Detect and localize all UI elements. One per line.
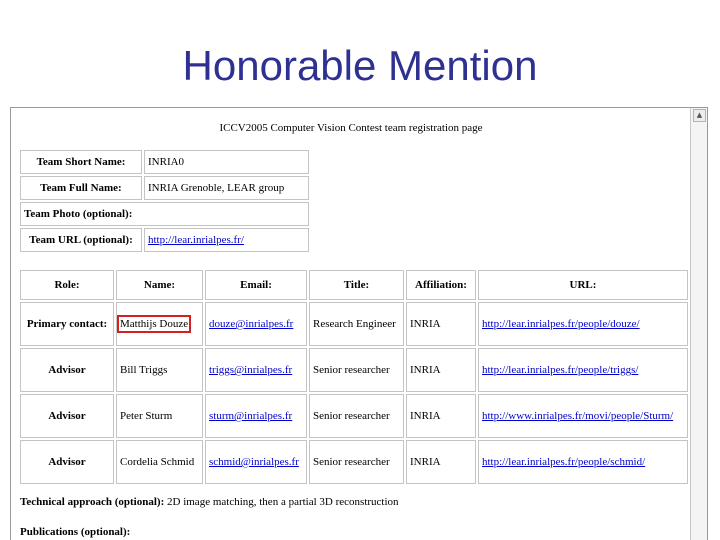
col-header-name: Name: [116, 270, 203, 300]
team-photo-label: Team Photo (optional): [20, 202, 309, 226]
member-name: Peter Sturm [116, 394, 203, 438]
team-url-row: Team URL (optional): http://lear.inrialp… [20, 228, 309, 252]
technical-approach: Technical approach (optional): 2D image … [20, 496, 399, 508]
table-row: Advisor Bill Triggs triggs@inrialpes.fr … [20, 348, 688, 392]
scroll-up-arrow-icon[interactable]: ▲ [693, 109, 706, 122]
members-header-row: Role: Name: Email: Title: Affiliation: U… [20, 270, 688, 300]
col-header-url: URL: [478, 270, 688, 300]
browser-frame: ▲ ICCV2005 Computer Vision Contest team … [10, 107, 708, 540]
table-row: Advisor Peter Sturm sturm@inrialpes.fr S… [20, 394, 688, 438]
member-affiliation: INRIA [406, 394, 476, 438]
team-short-name-value: INRIA0 [144, 150, 309, 174]
technical-approach-value: 2D image matching, then a partial 3D rec… [167, 496, 399, 508]
member-email-link[interactable]: triggs@inrialpes.fr [209, 364, 292, 376]
member-title: Research Engineer [309, 302, 404, 346]
member-affiliation: INRIA [406, 302, 476, 346]
page-heading: ICCV2005 Computer Vision Contest team re… [219, 122, 483, 134]
member-affiliation: INRIA [406, 348, 476, 392]
col-header-affiliation: Affiliation: [406, 270, 476, 300]
col-header-email: Email: [205, 270, 307, 300]
member-title: Senior researcher [309, 440, 404, 484]
technical-approach-label: Technical approach (optional): [20, 496, 165, 508]
team-url-label: Team URL (optional): [20, 228, 142, 252]
member-url-link[interactable]: http://www.inrialpes.fr/movi/people/Stur… [482, 410, 673, 422]
member-name-highlighted: Matthijs Douze [116, 315, 192, 333]
member-email-link[interactable]: sturm@inrialpes.fr [209, 410, 292, 422]
team-photo-row: Team Photo (optional): [20, 202, 309, 226]
table-row: Primary contact: Matthijs Douze douze@in… [20, 302, 688, 346]
slide-title: Honorable Mention [182, 42, 538, 89]
member-name: Cordelia Schmid [116, 440, 203, 484]
team-info-table: Team Short Name: INRIA0 Team Full Name: … [18, 148, 311, 254]
team-short-name-label: Team Short Name: [20, 150, 142, 174]
member-name: Bill Triggs [116, 348, 203, 392]
team-full-name-value: INRIA Grenoble, LEAR group [144, 176, 309, 200]
team-full-name-label: Team Full Name: [20, 176, 142, 200]
member-title: Senior researcher [309, 348, 404, 392]
member-url-link[interactable]: http://lear.inrialpes.fr/people/douze/ [482, 318, 640, 330]
member-role: Advisor [20, 440, 114, 484]
vertical-scrollbar[interactable]: ▲ [690, 108, 707, 540]
member-affiliation: INRIA [406, 440, 476, 484]
member-title: Senior researcher [309, 394, 404, 438]
team-short-name-row: Team Short Name: INRIA0 [20, 150, 309, 174]
publications-label: Publications (optional): [20, 526, 131, 538]
member-role: Advisor [20, 394, 114, 438]
member-email-link[interactable]: schmid@inrialpes.fr [209, 456, 299, 468]
col-header-role: Role: [20, 270, 114, 300]
member-role: Primary contact: [20, 302, 114, 346]
col-header-title: Title: [309, 270, 404, 300]
members-table: Role: Name: Email: Title: Affiliation: U… [18, 268, 690, 486]
team-url-link[interactable]: http://lear.inrialpes.fr/ [148, 234, 244, 246]
member-url-link[interactable]: http://lear.inrialpes.fr/people/triggs/ [482, 364, 638, 376]
team-full-name-row: Team Full Name: INRIA Grenoble, LEAR gro… [20, 176, 309, 200]
member-role: Advisor [20, 348, 114, 392]
member-url-link[interactable]: http://lear.inrialpes.fr/people/schmid/ [482, 456, 645, 468]
table-row: Advisor Cordelia Schmid schmid@inrialpes… [20, 440, 688, 484]
member-email-link[interactable]: douze@inrialpes.fr [209, 318, 293, 330]
